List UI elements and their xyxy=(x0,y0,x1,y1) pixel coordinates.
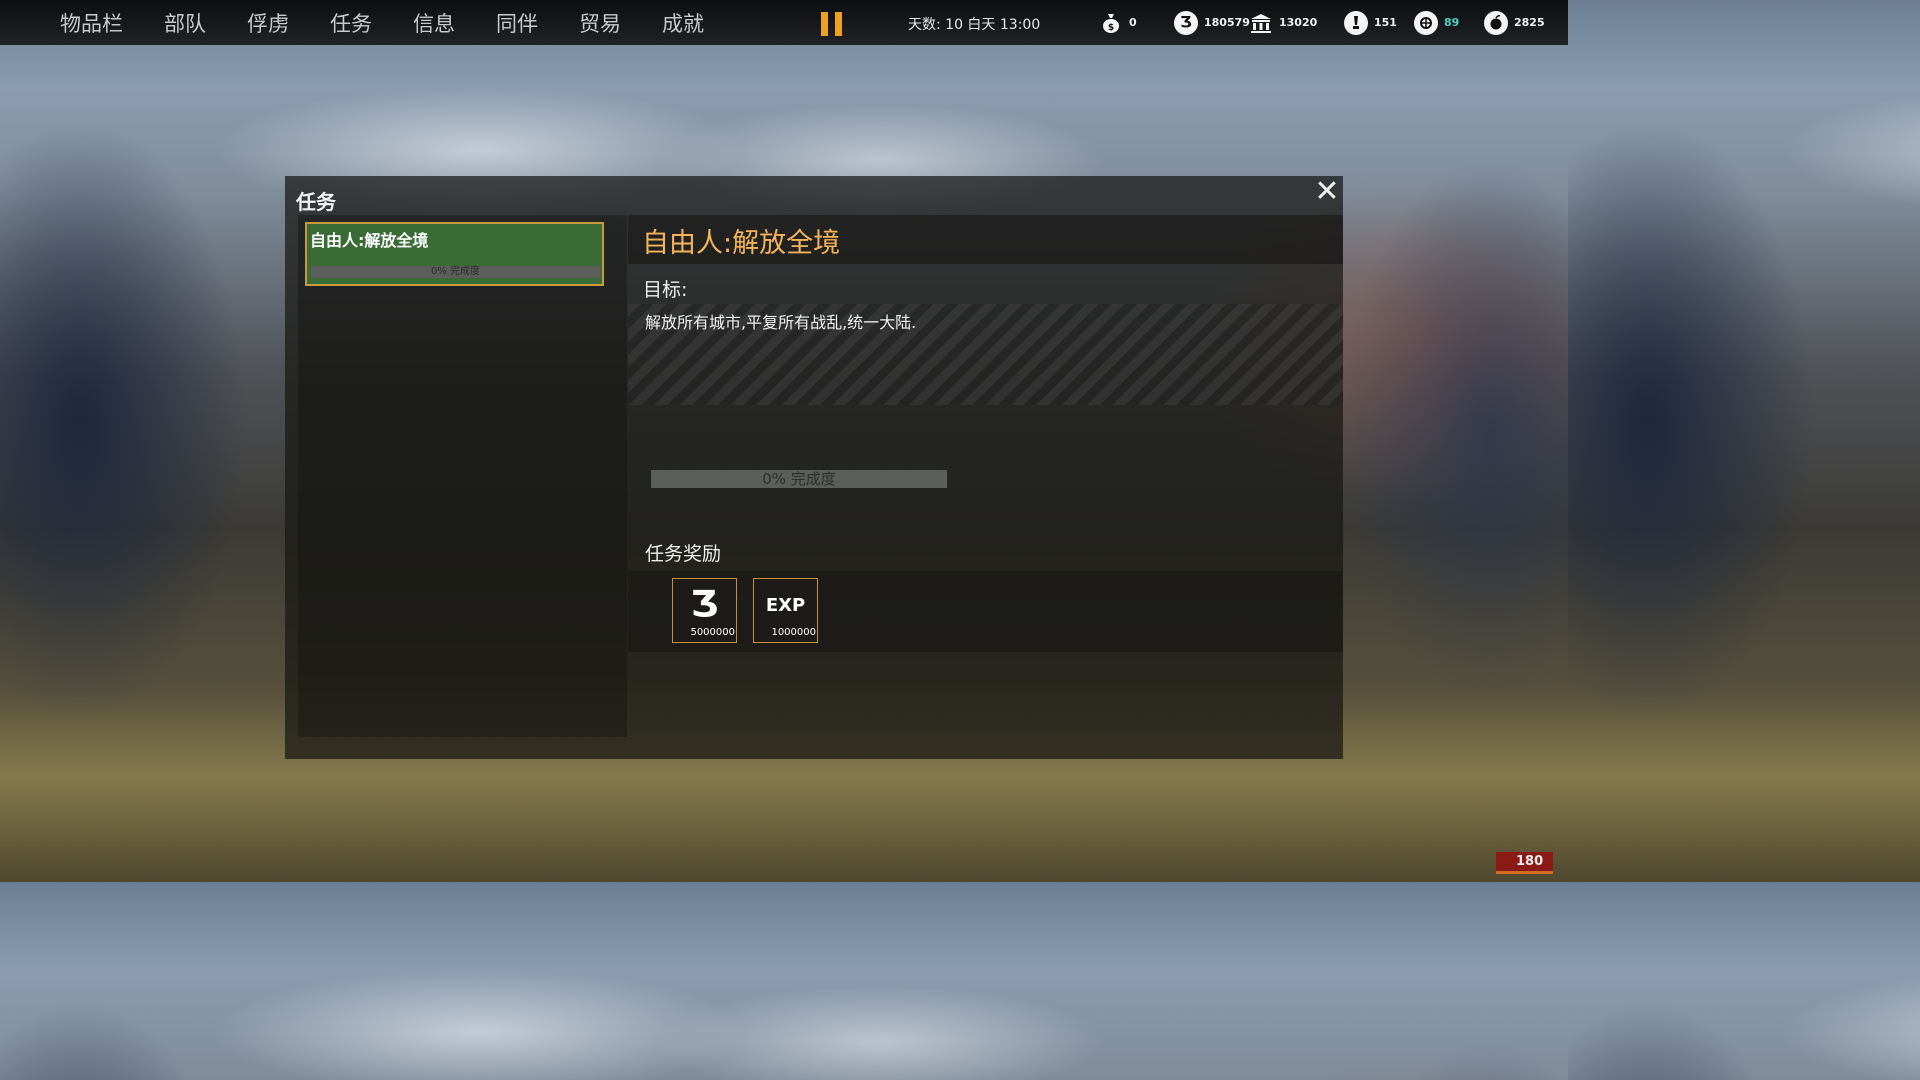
food-icon xyxy=(1484,10,1508,35)
nav-companions[interactable]: 同伴 xyxy=(496,8,538,38)
reputation-value: 151 xyxy=(1374,16,1397,29)
resource-money-bag: $ 0 xyxy=(1099,10,1137,35)
quest-detail-title: 自由人:解放全境 xyxy=(642,228,841,259)
svg-text:$: $ xyxy=(1108,23,1114,33)
food-value: 2825 xyxy=(1514,16,1545,29)
main-nav: 物品栏 部队 俘虏 任务 信息 同伴 贸易 成就 xyxy=(44,0,745,45)
resource-bank: 13020 xyxy=(1249,10,1317,35)
pause-icon[interactable] xyxy=(821,12,843,36)
quest-progress-bar: 0% 完成度 xyxy=(651,470,947,488)
game-clock: 天数: 10 白天 13:00 xyxy=(908,17,1041,33)
quest-dialog: 任务 ✕ 自由人:解放全境 0% 完成度 自由人:解放全境 目标: 解放所有城市… xyxy=(285,176,1343,759)
quest-detail: 自由人:解放全境 目标: 解放所有城市,平复所有战乱,统一大陆. 0% 完成度 … xyxy=(628,215,1343,759)
goal-text: 解放所有城市,平复所有战乱,统一大陆. xyxy=(645,313,917,332)
quest-list: 自由人:解放全境 0% 完成度 xyxy=(298,215,627,737)
bank-value: 13020 xyxy=(1279,16,1318,29)
coins-value: 180579 xyxy=(1204,16,1250,29)
nav-inventory[interactable]: 物品栏 xyxy=(60,8,123,38)
corner-badge: 180 xyxy=(1496,852,1553,874)
coin-icon: Ʒ xyxy=(1174,10,1198,35)
money-bag-value: 0 xyxy=(1129,16,1137,29)
quest-list-item-title: 自由人:解放全境 xyxy=(310,231,429,250)
nav-info[interactable]: 信息 xyxy=(413,8,455,38)
reward-exp-amount: 1000000 xyxy=(771,627,816,638)
nav-trade[interactable]: 贸易 xyxy=(579,8,621,38)
quest-detail-header: 自由人:解放全境 xyxy=(628,215,1343,264)
resource-influence: 89 xyxy=(1414,10,1459,35)
quest-list-item-progress-bar: 0% 完成度 xyxy=(311,266,600,278)
money-bag-icon: $ xyxy=(1099,11,1123,35)
coin-icon: Ʒ xyxy=(690,584,719,625)
influence-value: 89 xyxy=(1444,16,1460,29)
reward-label: 任务奖励 xyxy=(645,543,722,565)
nav-quests[interactable]: 任务 xyxy=(330,8,372,38)
resource-coins: Ʒ 180579 xyxy=(1174,10,1250,35)
reward-exp[interactable]: EXP 1000000 xyxy=(753,578,818,643)
goal-label: 目标: xyxy=(643,279,688,301)
influence-icon xyxy=(1414,10,1438,35)
quest-list-item[interactable]: 自由人:解放全境 0% 完成度 xyxy=(305,222,604,286)
exp-icon: EXP xyxy=(765,595,806,616)
resource-reputation: 151 xyxy=(1344,10,1397,35)
resource-food: 2825 xyxy=(1484,10,1545,35)
quest-progress-text: 0% 完成度 xyxy=(762,470,836,488)
quest-list-item-progress-text: 0% 完成度 xyxy=(430,266,481,277)
top-bar: 物品栏 部队 俘虏 任务 信息 同伴 贸易 成就 天数: 10 白天 13:00… xyxy=(0,0,1568,45)
dialog-title: 任务 xyxy=(296,190,336,214)
goal-box: 解放所有城市,平复所有战乱,统一大陆. xyxy=(628,304,1343,405)
bank-icon xyxy=(1249,11,1273,35)
reputation-icon xyxy=(1344,10,1368,35)
close-icon[interactable]: ✕ xyxy=(1313,177,1341,207)
reward-coins-amount: 5000000 xyxy=(690,627,735,638)
nav-party[interactable]: 部队 xyxy=(164,8,206,38)
reward-row: Ʒ 5000000 EXP 1000000 xyxy=(628,571,1343,652)
nav-prisoners[interactable]: 俘虏 xyxy=(247,8,289,38)
reward-coins[interactable]: Ʒ 5000000 xyxy=(672,578,737,643)
nav-achievements[interactable]: 成就 xyxy=(662,8,704,38)
corner-badge-value: 180 xyxy=(1516,854,1544,869)
